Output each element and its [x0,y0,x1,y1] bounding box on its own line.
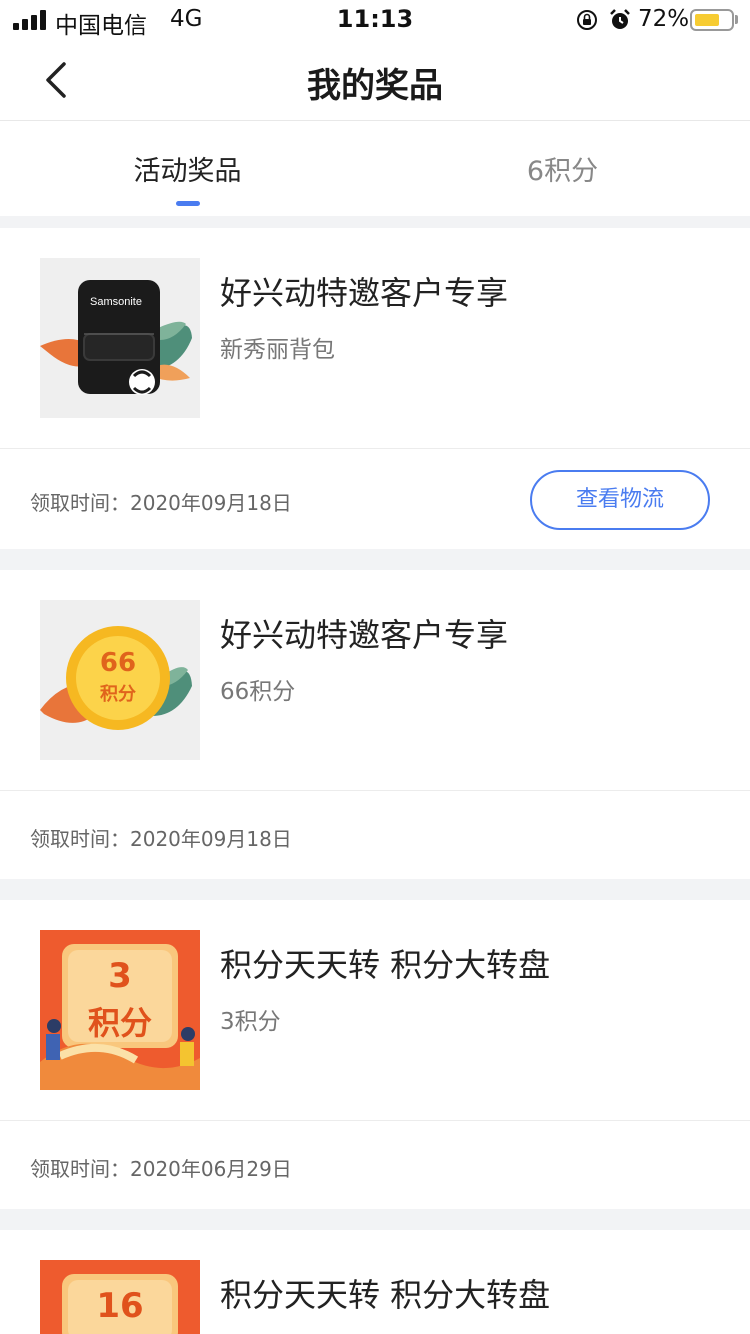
wheel-badge-label: 积分 [87,1004,152,1042]
divider [0,790,750,791]
points-wheel-image: 16 积分 [40,1260,200,1334]
status-bar: 中国电信 4G 11:13 72% [0,0,750,40]
battery-icon [690,9,734,31]
prize-card: 16 积分 积分天天转 积分大转盘 [0,1230,750,1334]
prize-card: 66 积分 好兴动特邀客户专享 66积分 领取时间：2020年09月18日 [0,570,750,879]
battery-percent: 72% [638,6,690,32]
tab-bar: 活动奖品 6积分 [0,121,750,216]
divider [0,448,750,449]
claim-time: 领取时间：2020年09月18日 [30,491,292,515]
prize-card: Samsonite 好兴动特邀客户专享 新秀丽背包 领取时间：2020年09月1… [0,228,750,549]
prize-title: 好兴动特邀客户专享 [220,616,509,654]
wheel-badge-number: 16 [96,1286,144,1326]
tab-activity-prizes[interactable]: 活动奖品 [0,149,375,188]
prize-title: 积分天天转 积分大转盘 [220,1276,551,1314]
wheel-badge-label: 积分 [68,1328,172,1334]
prize-name: 3积分 [220,1009,281,1035]
prize-card: 3 积分 积分天天转 积分大转盘 3积分 领取时间：2020年06月29日 [0,900,750,1209]
claim-time: 领取时间：2020年09月18日 [30,827,292,851]
page-title: 我的奖品 [307,66,443,106]
rotation-lock-icon [577,10,597,30]
active-tab-indicator [176,201,200,206]
prize-title: 好兴动特邀客户专享 [220,274,509,312]
prize-name: 新秀丽背包 [220,337,335,363]
coin-badge-number: 66 [99,648,137,678]
points-wheel-image: 3 积分 [40,930,200,1090]
points-coin-image: 66 积分 [40,600,200,760]
claim-time: 领取时间：2020年06月29日 [30,1157,292,1181]
wheel-badge-number: 3 [108,956,132,996]
view-logistics-button[interactable]: 查看物流 [530,470,710,530]
alarm-icon [610,9,630,29]
divider [0,1120,750,1121]
nav-bar: 我的奖品 [0,40,750,121]
coin-badge-label: 积分 [100,684,136,705]
brand-logo: Samsonite [90,296,142,308]
prize-name: 66积分 [220,679,296,705]
prize-title: 积分天天转 积分大转盘 [220,946,551,984]
tab-points[interactable]: 6积分 [375,149,750,188]
samsonite-backpack-image: Samsonite [40,258,200,418]
